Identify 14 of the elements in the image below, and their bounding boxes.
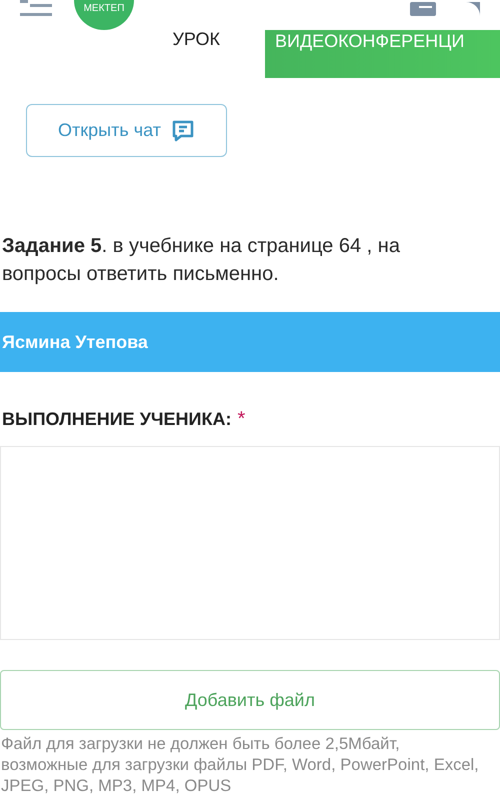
logo[interactable]: МЕКТЕП (74, 0, 134, 30)
open-chat-button[interactable]: Открыть чат (26, 104, 227, 157)
answer-label: ВЫПОЛНЕНИЕ УЧЕНИКА: (2, 408, 232, 430)
required-mark: * (237, 407, 246, 432)
file-note: Файл для загрузки не должен быть более 2,5Мбайт, возможные для загрузки файлы PDF, Word, PowerPoint, Excel, JPEG, PNG, MP3, MP4, OPUS (0, 734, 480, 797)
menu-icon[interactable] (20, 0, 54, 18)
task-text: Задание 5. в учебнике на странице 64 , на вопросы ответить письменно. (1, 234, 401, 287)
list-icon[interactable] (410, 2, 436, 16)
answer-field[interactable] (0, 446, 500, 640)
student-bar: Ясмина Утепова (0, 312, 500, 372)
chat-icon (170, 118, 195, 142)
lesson-tab[interactable]: УРОК (0, 30, 220, 78)
video-conference-tab[interactable]: ВИДЕОКОНФЕРЕНЦИ (265, 30, 500, 78)
add-file-button[interactable]: Добавить файл (0, 670, 500, 730)
